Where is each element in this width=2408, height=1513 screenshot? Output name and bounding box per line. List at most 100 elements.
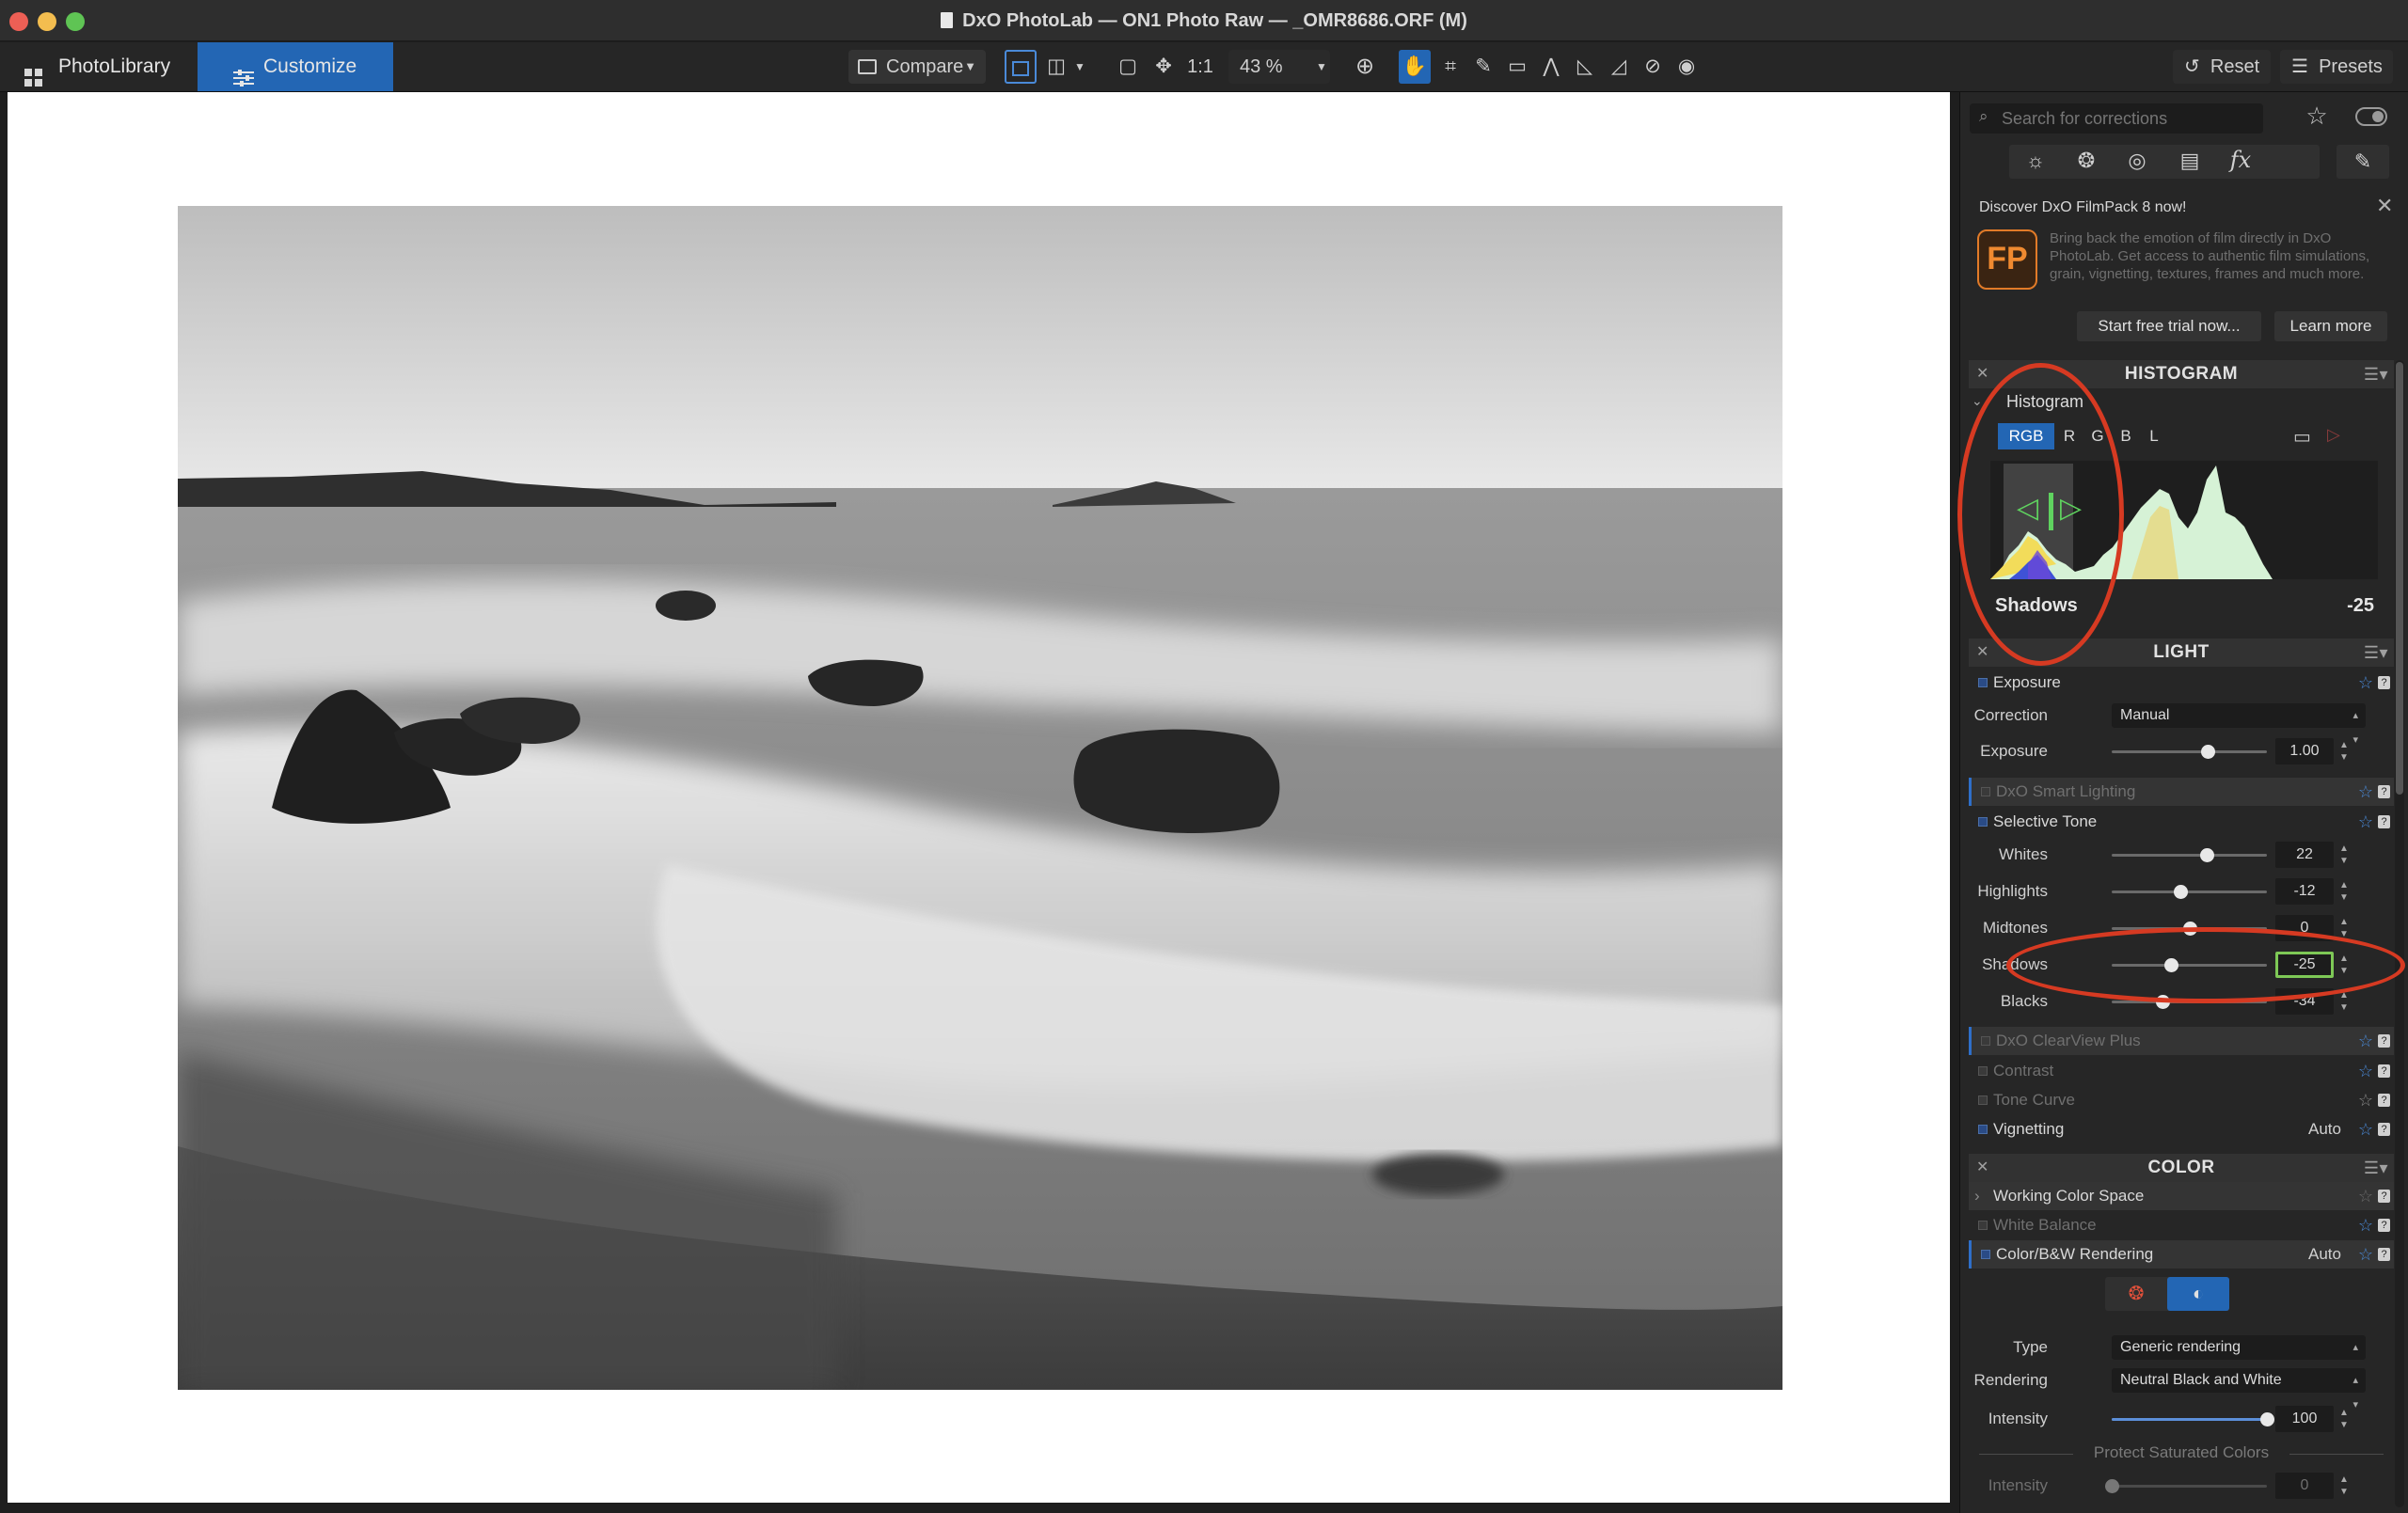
menu-icon[interactable]: ☰▾: [2364, 1154, 2388, 1182]
panel-scrollbar-thumb[interactable]: [2396, 362, 2403, 795]
compare-button[interactable]: Compare ▼: [848, 50, 986, 84]
close-promo-icon[interactable]: ✕: [2376, 194, 2393, 218]
stepper-icon[interactable]: ▲ ▼: [2339, 1407, 2349, 1431]
clearview-row[interactable]: DxO ClearView Plus ☆ ?: [1969, 1027, 2394, 1055]
selective-tone-row[interactable]: Selective Tone ☆ ?: [1969, 808, 2394, 836]
help-icon[interactable]: ?: [2378, 785, 2390, 798]
exposure-slider[interactable]: [2112, 745, 2267, 759]
protect-intensity-slider-handle[interactable]: [2105, 1479, 2119, 1493]
hand-tool-icon[interactable]: ✋: [1399, 50, 1431, 84]
eye-icon[interactable]: ◉: [1671, 50, 1703, 84]
close-icon[interactable]: ✕: [1976, 1154, 1989, 1182]
stepper-icon[interactable]: ▲ ▼: [2339, 879, 2349, 904]
star-icon[interactable]: ☆: [2358, 1182, 2373, 1210]
tone-curve-checkbox[interactable]: [1978, 1095, 1988, 1105]
intensity-slider-handle[interactable]: [2260, 1412, 2274, 1426]
toggle-icon[interactable]: [2355, 107, 2387, 126]
color-bw-rendering-checkbox[interactable]: [1981, 1250, 1990, 1259]
star-icon[interactable]: ☆: [2358, 1086, 2373, 1114]
contrast-row[interactable]: Contrast ☆ ?: [1969, 1057, 2394, 1085]
help-icon[interactable]: ?: [2378, 815, 2390, 828]
menu-icon[interactable]: ☰▾: [2364, 360, 2388, 388]
smart-lighting-checkbox[interactable]: [1981, 787, 1990, 796]
whites-value-field[interactable]: 22: [2275, 842, 2334, 868]
white-balance-checkbox[interactable]: [1978, 1221, 1988, 1230]
contrast-checkbox[interactable]: [1978, 1066, 1988, 1076]
light-palette-icon[interactable]: ☼: [2017, 149, 2054, 173]
single-view-icon[interactable]: [1005, 50, 1037, 84]
star-icon[interactable]: ☆: [2358, 1211, 2373, 1239]
star-icon[interactable]: ☆: [2358, 1027, 2373, 1055]
exposure-enable-checkbox[interactable]: [1978, 678, 1988, 687]
move-icon[interactable]: ✥: [1148, 50, 1180, 84]
stepper-icon[interactable]: ▲ ▼: [2339, 843, 2349, 867]
close-icon[interactable]: ✕: [1976, 360, 1989, 388]
search-box[interactable]: ⌕: [1970, 103, 2263, 134]
reset-button[interactable]: ↺ Reset: [2173, 50, 2271, 84]
whites-slider[interactable]: [2112, 848, 2267, 862]
working-color-space-row[interactable]: › Working Color Space ☆ ?: [1969, 1182, 2394, 1210]
white-balance-row[interactable]: White Balance ☆ ?: [1969, 1211, 2394, 1239]
fit-to-screen-icon[interactable]: ▢: [1112, 50, 1144, 84]
intensity-slider[interactable]: [2112, 1412, 2274, 1426]
menu-icon[interactable]: ☰▾: [2364, 638, 2388, 667]
color-mode-icon[interactable]: ❂: [2105, 1277, 2167, 1311]
help-icon[interactable]: ?: [2378, 1123, 2390, 1136]
search-input[interactable]: [2002, 107, 2256, 130]
local-adjustments-icon[interactable]: ◿: [1603, 50, 1635, 84]
view-mode-chevron-icon[interactable]: ▼: [1070, 50, 1089, 84]
image-viewer[interactable]: [8, 92, 1950, 1503]
bw-mode-icon[interactable]: ◐: [2167, 1277, 2229, 1311]
tab-photolibrary[interactable]: PhotoLibrary: [0, 42, 198, 91]
help-icon[interactable]: ?: [2378, 1094, 2390, 1107]
highlights-slider[interactable]: [2112, 885, 2267, 899]
close-icon[interactable]: ✕: [1976, 638, 1989, 667]
start-trial-button[interactable]: Start free trial now...: [2077, 311, 2261, 341]
star-icon[interactable]: ☆: [2358, 1115, 2373, 1143]
star-icon[interactable]: ☆: [2358, 669, 2373, 697]
protect-intensity-slider[interactable]: [2105, 1479, 2267, 1493]
exposure-tool-row[interactable]: Exposure ☆ ?: [1969, 669, 2394, 697]
detail-palette-icon[interactable]: ◎: [2118, 149, 2156, 173]
photo-preview[interactable]: [178, 206, 1782, 1390]
smart-lighting-row[interactable]: DxO Smart Lighting ☆ ?: [1969, 778, 2394, 806]
channel-tab-l[interactable]: L: [2145, 423, 2163, 449]
volume-deformation-icon[interactable]: ◺: [1569, 50, 1601, 84]
vignetting-row[interactable]: Vignetting Auto ☆ ?: [1969, 1115, 2394, 1143]
intensity-value-field[interactable]: 100: [2275, 1406, 2334, 1432]
gamut-warning-icon[interactable]: ▷: [2327, 425, 2340, 445]
color-bw-rendering-row[interactable]: Color/B&W Rendering Auto ☆ ?: [1969, 1240, 2394, 1269]
type-dropdown[interactable]: Generic rendering▴▾: [2112, 1335, 2366, 1378]
effects-palette-icon[interactable]: fx: [2222, 147, 2259, 173]
vignetting-checkbox[interactable]: [1978, 1125, 1988, 1134]
panel-scrollbar[interactable]: [2395, 360, 2404, 1507]
tone-curve-row[interactable]: Tone Curve ☆ ?: [1969, 1086, 2394, 1114]
highlights-value-field[interactable]: -12: [2275, 878, 2334, 905]
eyedropper-icon[interactable]: ✎: [1467, 50, 1499, 84]
selective-tone-checkbox[interactable]: [1978, 817, 1988, 827]
channel-tab-b[interactable]: B: [2116, 423, 2135, 449]
star-icon[interactable]: ☆: [2358, 778, 2373, 806]
help-icon[interactable]: ?: [2378, 1064, 2390, 1078]
color-header[interactable]: ✕ COLOR ☰▾: [1969, 1154, 2394, 1182]
monitor-icon[interactable]: ▭: [2293, 425, 2311, 449]
favorites-star-icon[interactable]: ☆: [2303, 102, 2331, 134]
perspective-icon[interactable]: ⋀: [1535, 50, 1567, 84]
star-icon[interactable]: ☆: [2358, 1057, 2373, 1085]
star-icon[interactable]: ☆: [2358, 808, 2373, 836]
stepper-icon[interactable]: ▲ ▼: [2339, 739, 2349, 764]
tab-customize[interactable]: Customize: [198, 42, 393, 91]
correction-dropdown[interactable]: Manual ▴ ▾: [2112, 703, 2366, 746]
zoom-in-icon[interactable]: ⊕: [1349, 50, 1381, 84]
star-icon[interactable]: ☆: [2358, 1240, 2373, 1269]
help-icon[interactable]: ?: [2378, 1219, 2390, 1232]
stepper-icon[interactable]: ▲ ▼: [2339, 1474, 2349, 1498]
help-icon[interactable]: ?: [2378, 1190, 2390, 1203]
rendering-dropdown[interactable]: Neutral Black and White ▴ ▾: [2112, 1368, 2366, 1411]
one-to-one-button[interactable]: 1:1: [1181, 50, 1219, 84]
geometry-palette-icon[interactable]: ▤: [2171, 149, 2209, 173]
help-icon[interactable]: ?: [2378, 676, 2390, 689]
repair-icon[interactable]: ⊘: [1637, 50, 1669, 84]
learn-more-button[interactable]: Learn more: [2274, 311, 2387, 341]
horizon-icon[interactable]: ▭: [1501, 50, 1533, 84]
